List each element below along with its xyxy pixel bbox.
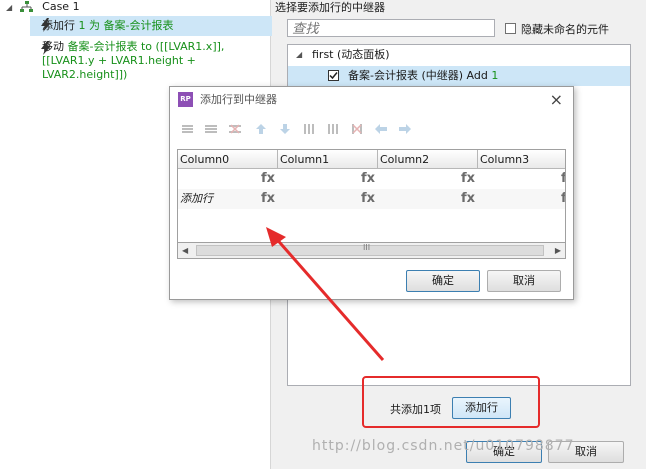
annotation-arrow	[266, 227, 385, 361]
